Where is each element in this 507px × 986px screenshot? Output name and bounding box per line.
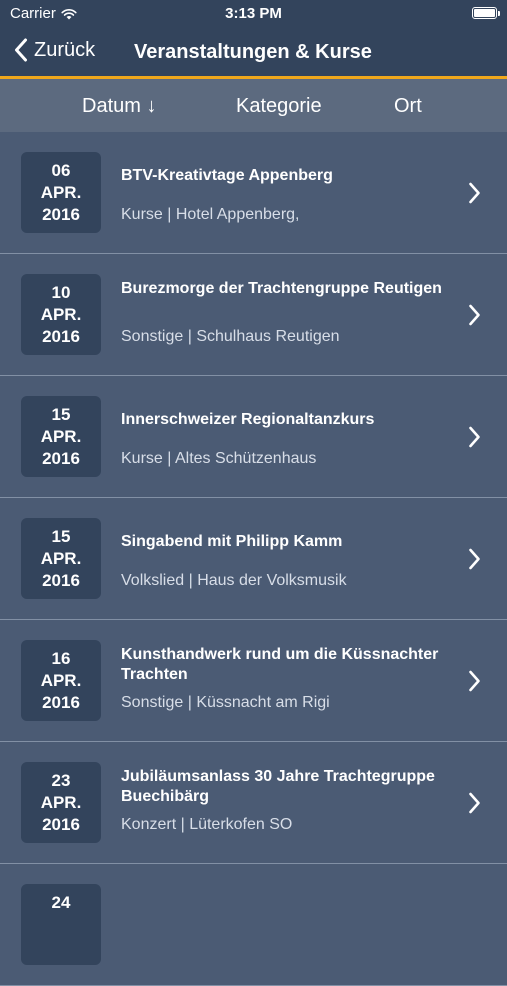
date-day: 24 bbox=[51, 893, 71, 912]
date-day: 06 bbox=[51, 161, 71, 180]
battery-icon bbox=[472, 7, 500, 19]
event-meta: Kurse | Altes Schützenhaus bbox=[121, 450, 317, 467]
date-day: 15 bbox=[51, 527, 71, 546]
event-title: Kunsthandwerk rund um die Küssnachter Tr… bbox=[121, 646, 439, 683]
date-badge: 16 APR. 2016 bbox=[21, 640, 101, 721]
status-time: 3:13 PM bbox=[225, 5, 282, 22]
event-title: Burezmorge der Trachtengruppe Reutigen bbox=[121, 280, 442, 297]
list-item[interactable]: 10 APR. 2016 Burezmorge der Trachtengrup… bbox=[0, 254, 507, 376]
date-year: 2016 bbox=[42, 571, 80, 590]
date-year: 2016 bbox=[42, 449, 80, 468]
chevron-right-icon bbox=[469, 304, 480, 326]
chevron-right-icon bbox=[469, 182, 480, 204]
back-button[interactable]: Zurück bbox=[14, 38, 95, 62]
date-badge: 06 APR. 2016 bbox=[21, 152, 101, 233]
list-item[interactable]: 06 APR. 2016 BTV-Kreativtage Appenberg K… bbox=[0, 132, 507, 254]
event-title: BTV-Kreativtage Appenberg bbox=[121, 167, 333, 184]
date-month: APR. bbox=[40, 671, 82, 690]
sort-by-date-button[interactable]: Datum ↓ bbox=[82, 95, 156, 118]
date-month: APR. bbox=[40, 549, 82, 568]
date-year: 2016 bbox=[42, 815, 80, 834]
date-badge: 23 APR. 2016 bbox=[21, 762, 101, 843]
date-badge: 10 APR. 2016 bbox=[21, 274, 101, 355]
navigation-bar: Zurück Veranstaltungen & Kurse bbox=[0, 28, 507, 76]
date-year: 2016 bbox=[42, 205, 80, 224]
sort-by-place-button[interactable]: Ort bbox=[394, 95, 422, 118]
chevron-right-icon bbox=[469, 792, 480, 814]
date-month: APR. bbox=[40, 793, 82, 812]
date-day: 16 bbox=[51, 649, 71, 668]
event-list: 06 APR. 2016 BTV-Kreativtage Appenberg K… bbox=[0, 132, 507, 986]
sort-by-category-button[interactable]: Kategorie bbox=[236, 95, 322, 118]
date-day: 10 bbox=[51, 283, 71, 302]
event-title: Innerschweizer Regionaltanzkurs bbox=[121, 411, 375, 428]
date-day: 15 bbox=[51, 405, 71, 424]
event-meta: Kurse | Hotel Appenberg, bbox=[121, 206, 300, 223]
chevron-right-icon bbox=[469, 548, 480, 570]
event-meta: Konzert | Lüterkofen SO bbox=[121, 816, 293, 833]
list-item[interactable]: 24 bbox=[0, 864, 507, 986]
date-badge: 24 bbox=[21, 884, 101, 965]
status-bar: Carrier 3:13 PM bbox=[0, 0, 507, 28]
list-item[interactable]: 16 APR. 2016 Kunsthandwerk rund um die K… bbox=[0, 620, 507, 742]
list-item[interactable]: 23 APR. 2016 Jubiläumsanlass 30 Jahre Tr… bbox=[0, 742, 507, 864]
event-meta: Volkslied | Haus der Volksmusik bbox=[121, 572, 347, 589]
date-day: 23 bbox=[51, 771, 71, 790]
event-meta: Sonstige | Schulhaus Reutigen bbox=[121, 328, 340, 345]
chevron-right-icon bbox=[469, 426, 480, 448]
chevron-left-icon bbox=[15, 38, 27, 62]
date-badge: 15 APR. 2016 bbox=[21, 396, 101, 477]
date-badge: 15 APR. 2016 bbox=[21, 518, 101, 599]
event-title: Singabend mit Philipp Kamm bbox=[121, 533, 343, 550]
date-year: 2016 bbox=[42, 327, 80, 346]
sort-bar: Datum ↓ Kategorie Ort bbox=[0, 79, 507, 132]
date-month: APR. bbox=[40, 183, 82, 202]
date-year: 2016 bbox=[42, 693, 80, 712]
chevron-right-icon bbox=[469, 670, 480, 692]
list-item[interactable]: 15 APR. 2016 Innerschweizer Regionaltanz… bbox=[0, 376, 507, 498]
page-title: Veranstaltungen & Kurse bbox=[134, 41, 372, 63]
date-month: APR. bbox=[40, 427, 82, 446]
event-meta: Sonstige | Küssnacht am Rigi bbox=[121, 694, 330, 711]
event-title: Jubiläumsanlass 30 Jahre Trachtegruppe B… bbox=[121, 768, 435, 805]
back-label: Zurück bbox=[34, 38, 96, 61]
list-item[interactable]: 15 APR. 2016 Singabend mit Philipp Kamm … bbox=[0, 498, 507, 620]
date-month: APR. bbox=[40, 305, 82, 324]
